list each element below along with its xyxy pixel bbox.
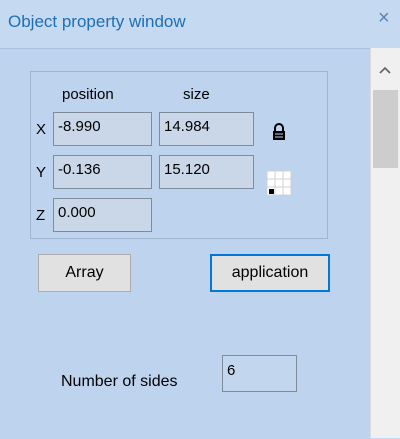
vertical-scrollbar[interactable] <box>370 48 400 438</box>
axis-x-label: X <box>36 121 47 138</box>
size-y-field[interactable]: 15.120 <box>159 155 254 189</box>
axis-y-label: Y <box>36 164 47 181</box>
window-title: Object property window <box>8 12 186 31</box>
title-bar: Object property window × <box>0 0 400 46</box>
position-x-field[interactable]: -8.990 <box>53 112 152 146</box>
array-button[interactable]: Array <box>38 254 131 292</box>
scroll-up-icon[interactable] <box>371 48 400 88</box>
axis-z-label: Z <box>36 207 46 224</box>
lock-icon[interactable] <box>268 121 290 143</box>
application-button[interactable]: application <box>210 254 330 292</box>
property-panel: position size X Y Z -8.990 14.984 -0.136… <box>0 48 370 439</box>
number-of-sides-field[interactable]: 6 <box>222 355 297 392</box>
size-header: size <box>183 86 210 103</box>
position-y-field[interactable]: -0.136 <box>53 155 152 189</box>
scrollbar-thumb[interactable] <box>373 90 398 168</box>
number-of-sides-label: Number of sides <box>61 373 178 390</box>
size-x-field[interactable]: 14.984 <box>159 112 254 146</box>
grid-icon[interactable] <box>266 170 292 196</box>
position-z-field[interactable]: 0.000 <box>53 198 152 232</box>
transform-group: position size X Y Z -8.990 14.984 -0.136… <box>30 71 328 239</box>
position-header: position <box>62 86 114 103</box>
close-icon[interactable]: × <box>378 8 390 28</box>
